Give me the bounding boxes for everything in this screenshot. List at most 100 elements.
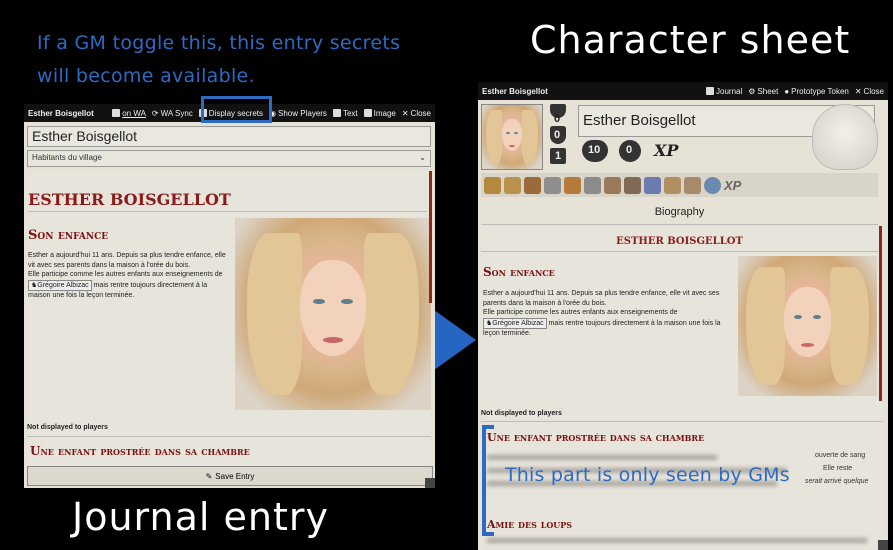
tab-swords-icon[interactable] bbox=[584, 176, 601, 194]
tab-xp[interactable]: XP bbox=[724, 178, 741, 193]
sheet-linked-character-chip[interactable]: ♞Grégoire Albizac bbox=[483, 317, 547, 329]
gm-bracket bbox=[482, 425, 494, 536]
gm-toggle-annotation-line1: If a GM toggle this, this entry secrets bbox=[37, 32, 401, 54]
sheet-portrait-image bbox=[738, 256, 877, 396]
journal-heading: ESTHER BOISGELLOT bbox=[28, 190, 231, 209]
prototype-token-label: Prototype Token bbox=[791, 86, 849, 96]
sheet-close-label: Close bbox=[863, 86, 884, 96]
tab-magic-icon[interactable] bbox=[644, 176, 661, 194]
text-label: Text bbox=[342, 108, 358, 118]
lock-value: 1 bbox=[555, 150, 562, 162]
wa-sync-button[interactable]: ⟳ WA Sync bbox=[152, 109, 193, 118]
defense-value: 0 bbox=[626, 144, 633, 156]
sheet-content: ESTHER BOISGELLOT Son enfance Esther a a… bbox=[481, 226, 883, 548]
prototype-token-button[interactable]: ● Prototype Token bbox=[784, 87, 849, 96]
sheet-avatar[interactable] bbox=[481, 104, 543, 170]
tab-biography[interactable]: Biography bbox=[481, 206, 878, 218]
linked-character-name: Grégoire Albizac bbox=[37, 281, 89, 289]
journal-paragraph-1: Esther a aujourd'hui 11 ans. Depuis sa p… bbox=[28, 252, 226, 269]
sheet-scrollbar[interactable] bbox=[879, 226, 882, 401]
sheet-tabs: XP bbox=[481, 173, 878, 197]
journal-window-title: Esther Boisgellot bbox=[28, 108, 94, 118]
hidden-line-3-end: serait arrivé quelque bbox=[805, 478, 869, 485]
sheet-heading-divider bbox=[481, 251, 878, 252]
close-icon: ✕ bbox=[401, 108, 409, 118]
sheet-paragraph: Esther a aujourd'hui 11 ans. Depuis sa p… bbox=[483, 289, 731, 339]
tab-inventory-icon[interactable] bbox=[484, 176, 501, 194]
close-label: Close bbox=[410, 108, 431, 118]
sheet-button[interactable]: ⚙ Sheet bbox=[748, 87, 778, 96]
sheet-label: Sheet bbox=[757, 86, 779, 96]
tab-chest-icon[interactable] bbox=[564, 176, 581, 194]
journal-section-prostrate: Une enfant prostrée dans sa chambre bbox=[30, 444, 250, 458]
tab-tools-icon[interactable] bbox=[604, 176, 621, 194]
journal-name-input[interactable]: Esther Boisgellot bbox=[27, 126, 431, 147]
sheet-divider bbox=[481, 224, 878, 225]
trophy-stat: 0 bbox=[548, 104, 568, 125]
lock-stat: 1 bbox=[548, 147, 568, 167]
character-sheet-label: Character sheet bbox=[530, 18, 851, 62]
sheet-section-wolves: Amie des loups bbox=[487, 518, 573, 531]
hp-value: 10 bbox=[588, 144, 601, 156]
image-button[interactable]: Image bbox=[363, 109, 396, 118]
journal-not-displayed: Not displayed to players bbox=[27, 424, 108, 431]
feather-icon: ✎ bbox=[205, 471, 213, 481]
text-button[interactable]: Text bbox=[332, 108, 358, 118]
resize-handle-icon[interactable] bbox=[878, 540, 888, 550]
tab-weapon-icon[interactable] bbox=[524, 176, 541, 194]
sheet-not-displayed: Not displayed to players bbox=[481, 410, 562, 417]
hidden-line-1-end: ouverte de sang bbox=[815, 452, 866, 459]
tab-globe-icon[interactable] bbox=[704, 176, 721, 194]
linked-character-chip[interactable]: ♞Grégoire Albizac bbox=[28, 279, 92, 291]
gm-toggle-annotation-line2: will become available. bbox=[37, 65, 255, 87]
on-wa-button[interactable]: on WA bbox=[112, 109, 146, 118]
sheet-section-childhood: Son enfance bbox=[483, 265, 555, 279]
trophy-value: 0 bbox=[554, 113, 561, 125]
close-button[interactable]: ✕ Close bbox=[402, 109, 431, 118]
show-players-button[interactable]: ◉ Show Players bbox=[269, 109, 327, 118]
external-link-icon bbox=[112, 109, 121, 117]
journal-window: Esther Boisgellot on WA ⟳ WA Sync Display… bbox=[24, 104, 435, 488]
token-sketch-image bbox=[812, 104, 878, 170]
journal-category-value: Habitants du village bbox=[32, 153, 102, 162]
save-entry-button[interactable]: ✎ Save Entry bbox=[27, 466, 433, 486]
sheet-titlebar: Esther Boisgellot Journal ⚙ Sheet ● Protot… bbox=[478, 82, 888, 100]
journal-paragraph-2: Elle participe comme les autres enfants … bbox=[28, 270, 230, 301]
hidden-line-2-end: Elle reste bbox=[823, 465, 853, 472]
sheet-paragraph-2a: Elle participe comme les autres enfants … bbox=[483, 309, 678, 316]
sync-icon: ⟳ bbox=[151, 108, 159, 118]
display-secrets-highlight bbox=[201, 96, 272, 123]
sheet-paragraph-1: Esther a aujourd'hui 11 ans. Depuis sa p… bbox=[483, 290, 720, 307]
journal-button[interactable]: Journal bbox=[706, 87, 742, 96]
journal-category-select[interactable]: Habitants du village ⌄ bbox=[27, 150, 431, 167]
sheet-close-button[interactable]: ✕ Close bbox=[855, 87, 884, 96]
image-icon bbox=[363, 109, 372, 117]
shield-stat: 0 bbox=[548, 126, 568, 146]
chevron-down-icon: ⌄ bbox=[419, 153, 426, 162]
journal-portrait-image bbox=[235, 218, 431, 410]
journal-scrollbar[interactable] bbox=[429, 171, 432, 303]
gear-icon: ⚙ bbox=[748, 86, 756, 96]
book-icon bbox=[706, 87, 714, 95]
hp-stat: 10 bbox=[582, 140, 608, 162]
blur-line-4 bbox=[487, 538, 867, 543]
wa-sync-label: WA Sync bbox=[160, 108, 193, 118]
tab-hammer-icon[interactable] bbox=[624, 176, 641, 194]
tab-creature-icon[interactable] bbox=[544, 176, 561, 194]
show-players-label: Show Players bbox=[278, 108, 327, 118]
sheet-paragraph-2: Elle participe comme les autres enfants … bbox=[483, 308, 731, 339]
tab-scroll-icon[interactable] bbox=[664, 176, 681, 194]
sheet-window-title: Esther Boisgellot bbox=[482, 86, 548, 96]
journal-heading-divider bbox=[28, 211, 427, 212]
resize-handle-icon[interactable] bbox=[425, 478, 435, 488]
xp-stat[interactable]: XP bbox=[654, 141, 678, 160]
tab-notes-icon[interactable] bbox=[684, 176, 701, 194]
on-wa-label: on WA bbox=[122, 108, 146, 118]
close-icon: ✕ bbox=[854, 86, 862, 96]
journal-section-childhood: Son enfance bbox=[28, 228, 109, 243]
journal-content: ESTHER BOISGELLOT Son enfance Esther a a… bbox=[27, 171, 432, 484]
journal-label: Journal bbox=[716, 86, 743, 96]
tab-skills-icon[interactable] bbox=[504, 176, 521, 194]
journal-paragraph: Esther a aujourd'hui 11 ans. Depuis sa p… bbox=[28, 251, 230, 301]
sheet-linked-character-name: Grégoire Albizac bbox=[492, 319, 544, 327]
